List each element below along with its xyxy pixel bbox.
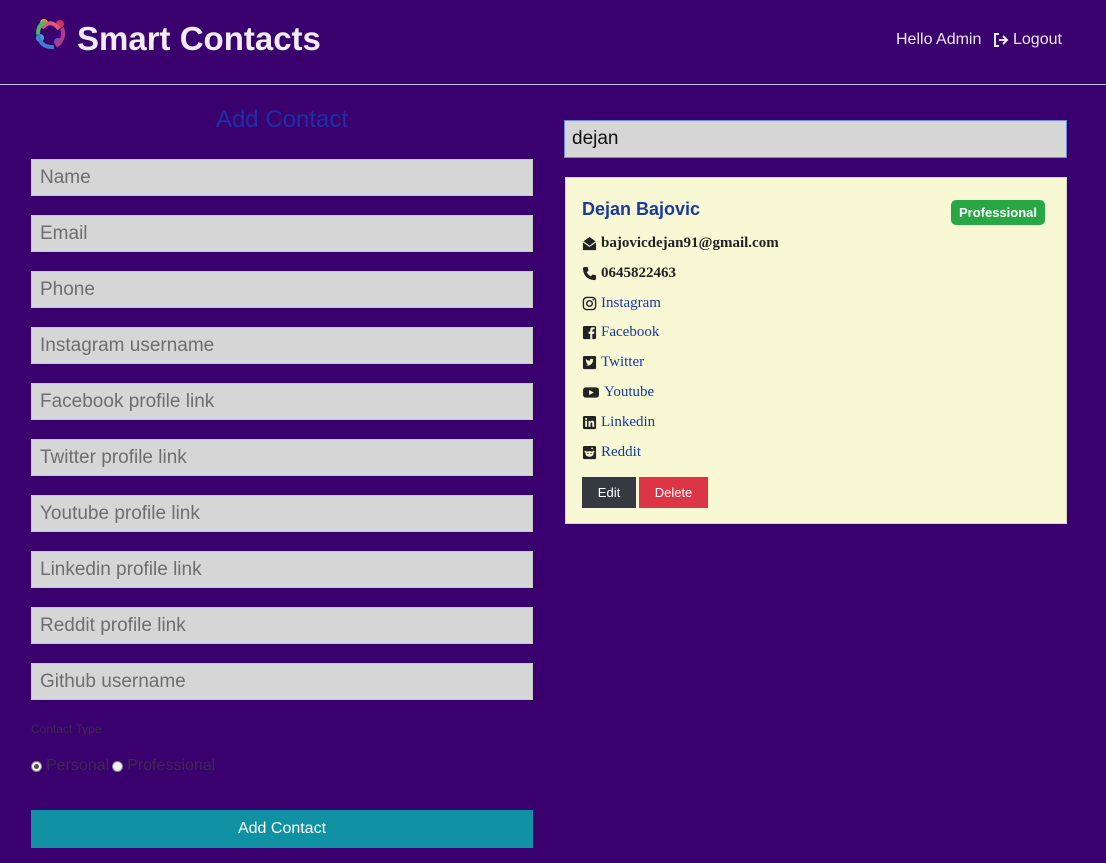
phone-icon [582,266,597,281]
facebook-link-label[interactable]: Facebook [601,324,659,341]
contact-card: Dejan Bajovic Professional bajovicdejan9… [565,177,1067,524]
github-field[interactable] [31,663,533,700]
linkedin-field[interactable] [31,551,533,588]
app-logo-icon[interactable] [32,14,70,52]
reddit-square-icon [582,445,597,460]
contact-phone: 0645822463 [601,265,676,281]
radio-professional[interactable] [112,760,124,772]
logout-link[interactable]: Logout [993,31,1062,49]
email-field[interactable] [31,215,533,252]
navbar: Smart Contacts Hello Admin Logout [0,0,1106,85]
twitter-field[interactable] [31,439,533,476]
youtube-link-label[interactable]: Youtube [604,384,654,401]
name-field[interactable] [31,159,533,196]
brand-title[interactable]: Smart Contacts [77,20,321,58]
logout-label: Logout [1013,31,1062,48]
contact-name: Dejan Bajovic [582,199,701,219]
youtube-field[interactable] [31,495,533,532]
phone-field[interactable] [31,271,533,308]
add-contact-button[interactable]: Add Contact [31,810,533,848]
instagram-field[interactable] [31,327,533,364]
contact-email: bajovicdejan91@gmail.com [601,235,779,251]
sign-out-icon [994,33,1009,47]
edit-button[interactable]: Edit [582,477,636,508]
delete-button[interactable]: Delete [639,477,708,508]
facebook-link[interactable]: Facebook [582,324,659,341]
linkedin-link[interactable]: Linkedin [582,414,655,431]
search-input[interactable] [564,120,1067,158]
youtube-link[interactable]: Youtube [582,384,654,401]
youtube-icon [583,387,599,398]
contact-email-row: bajovicdejan91@gmail.com [582,235,779,252]
twitter-link-label[interactable]: Twitter [601,354,644,371]
reddit-link-label[interactable]: Reddit [601,444,641,461]
contact-phone-row: 0645822463 [582,265,676,282]
facebook-square-icon [582,325,597,340]
instagram-icon [582,296,597,311]
radio-personal[interactable] [31,760,42,772]
envelope-open-icon [582,236,597,251]
contact-type-radio-group: Personal Professional [31,757,215,775]
instagram-link-label[interactable]: Instagram [601,295,661,312]
reddit-link[interactable]: Reddit [582,444,641,461]
radio-professional-label[interactable]: Professional [127,757,215,775]
twitter-square-icon [582,355,597,370]
twitter-link[interactable]: Twitter [582,354,644,371]
contact-type-badge: Professional [951,200,1045,225]
linkedin-link-label[interactable]: Linkedin [601,414,655,431]
contact-type-label: Contact Type [31,722,102,736]
linkedin-icon [582,415,597,430]
radio-personal-label[interactable]: Personal [46,757,109,775]
reddit-field[interactable] [31,607,533,644]
instagram-link[interactable]: Instagram [582,295,661,312]
greeting-text: Hello Admin [896,31,982,48]
facebook-field[interactable] [31,383,533,420]
form-title: Add Contact [215,106,349,133]
